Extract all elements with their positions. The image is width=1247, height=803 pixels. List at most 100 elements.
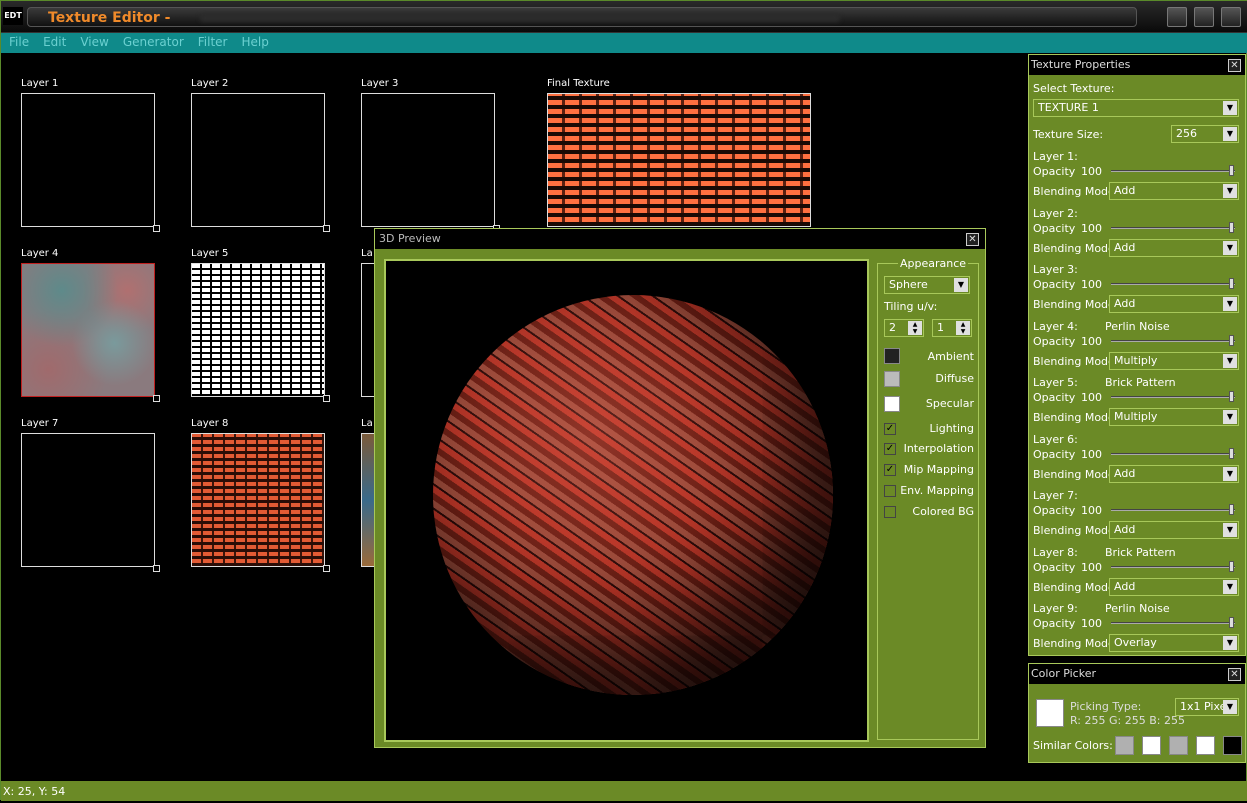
colored-bg-checkbox[interactable] [884,506,896,518]
tiling-u-value: 2 [889,321,896,334]
chevron-down-icon: ▼ [1223,354,1237,368]
opacity-slider-knob[interactable] [1229,561,1234,572]
mip-mapping-checkbox[interactable]: ✓ [884,464,896,476]
layer-4-thumb[interactable] [21,263,160,402]
texture-size-dropdown[interactable]: 256 ▼ [1171,125,1239,143]
opacity-slider[interactable] [1111,283,1235,285]
similar-color-swatch[interactable] [1196,736,1215,755]
layer-name-label: Layer 6: [1033,433,1078,446]
opacity-slider-knob[interactable] [1229,278,1234,289]
menu-view[interactable]: View [74,33,114,51]
close-window-button[interactable] [1221,7,1241,27]
chevron-down-icon: ▼ [1223,184,1237,198]
specular-swatch[interactable] [884,396,900,412]
tiling-label: Tiling u/v: [884,300,938,313]
blending-mode-value: Overlay [1114,636,1157,649]
opacity-slider[interactable] [1111,566,1235,568]
blending-mode-value: Add [1114,297,1136,310]
menu-filter[interactable]: Filter [192,33,234,51]
preview-viewport[interactable] [384,259,869,742]
layer-8-label: Layer 8 [191,418,229,429]
chevron-down-icon: ▼ [1223,241,1237,255]
opacity-slider[interactable] [1111,170,1235,172]
layer-7-label: Layer 7 [21,418,59,429]
layer-3-thumb[interactable] [361,93,500,232]
opacity-slider-knob[interactable] [1229,222,1234,233]
resize-handle[interactable] [153,395,160,402]
lighting-checkbox[interactable]: ✓ [884,423,896,435]
layer-5-thumb[interactable] [191,263,330,402]
opacity-value: 100 [1081,617,1102,630]
menu-edit[interactable]: Edit [37,33,72,51]
opacity-slider[interactable] [1111,453,1235,455]
opacity-slider[interactable] [1111,396,1235,398]
diffuse-swatch[interactable] [884,371,900,387]
spinner-arrows-icon[interactable]: ▲ ▼ [908,321,922,335]
spinner-arrows-icon[interactable]: ▲ ▼ [956,321,970,335]
shape-select[interactable]: Sphere ▼ [884,276,970,294]
resize-handle[interactable] [323,225,330,232]
layer-2-thumb[interactable] [191,93,330,232]
opacity-slider-knob[interactable] [1229,391,1234,402]
picker-close-icon[interactable]: ✕ [1228,668,1241,681]
layer-9-thumb[interactable] [361,433,375,567]
color-picker-panel: Color Picker ✕ Picking Type: R: 255 G: 2… [1028,663,1246,763]
env-mapping-checkbox[interactable] [884,485,896,497]
opacity-slider-knob[interactable] [1229,335,1234,346]
opacity-slider[interactable] [1111,509,1235,511]
blending-mode-label: Blending Mode [1033,468,1115,481]
blending-mode-dropdown[interactable]: Overlay ▼ [1109,634,1239,652]
diffuse-label: Diffuse [935,372,974,385]
opacity-slider-knob[interactable] [1229,504,1234,515]
interpolation-checkbox[interactable]: ✓ [884,443,896,455]
similar-color-swatch[interactable] [1223,736,1242,755]
blending-mode-value: Multiply [1114,410,1158,423]
blending-mode-dropdown[interactable]: Add ▼ [1109,295,1239,313]
blending-mode-dropdown[interactable]: Add ▼ [1109,465,1239,483]
layer-8-thumb[interactable] [191,433,330,572]
chevron-down-icon: ▼ [1223,700,1237,714]
picking-type-dropdown[interactable]: 1x1 Pixel ▼ [1175,698,1239,716]
textured-sphere[interactable] [433,295,833,695]
opacity-slider-knob[interactable] [1229,448,1234,459]
similar-color-swatch[interactable] [1142,736,1161,755]
similar-color-swatch[interactable] [1169,736,1188,755]
menu-help[interactable]: Help [235,33,274,51]
blending-mode-label: Blending Mode [1033,185,1115,198]
minimize-button[interactable] [1167,7,1187,27]
blending-mode-dropdown[interactable]: Add ▼ [1109,521,1239,539]
blending-mode-dropdown[interactable]: Add ▼ [1109,239,1239,257]
blending-mode-dropdown[interactable]: Multiply ▼ [1109,408,1239,426]
resize-handle[interactable] [153,565,160,572]
preview-close-icon[interactable]: ✕ [966,233,979,246]
opacity-slider-knob[interactable] [1229,617,1234,628]
similar-color-swatch[interactable] [1115,736,1134,755]
opacity-slider-knob[interactable] [1229,165,1234,176]
menu-generator[interactable]: Generator [117,33,190,51]
maximize-button[interactable] [1194,7,1214,27]
opacity-label: Opacity [1033,391,1076,404]
final-texture-image[interactable] [547,93,811,227]
opacity-slider[interactable] [1111,227,1235,229]
opacity-slider[interactable] [1111,622,1235,624]
blending-mode-dropdown[interactable]: Add ▼ [1109,578,1239,596]
resize-handle[interactable] [323,565,330,572]
layer-name-label: Layer 9: [1033,602,1078,615]
ambient-swatch[interactable] [884,348,900,364]
layer-7-thumb[interactable] [21,433,160,572]
tiling-v-spinner[interactable]: 1 ▲ ▼ [932,319,972,337]
select-texture-dropdown[interactable]: TEXTURE 1 ▼ [1033,99,1239,117]
blending-mode-dropdown[interactable]: Multiply ▼ [1109,352,1239,370]
texture-properties-panel: Texture Properties ✕ Select Texture: TEX… [1028,54,1246,656]
menu-file[interactable]: File [3,33,35,51]
opacity-slider[interactable] [1111,340,1235,342]
tiling-u-spinner[interactable]: 2 ▲ ▼ [884,319,924,337]
props-close-icon[interactable]: ✕ [1228,59,1241,72]
title-bar: EDT Texture Editor - [1,1,1247,33]
blending-mode-dropdown[interactable]: Add ▼ [1109,182,1239,200]
layer-name-label: Layer 1: [1033,150,1078,163]
resize-handle[interactable] [323,395,330,402]
layer-6-thumb[interactable] [361,263,375,397]
resize-handle[interactable] [153,225,160,232]
layer-1-thumb[interactable] [21,93,160,232]
